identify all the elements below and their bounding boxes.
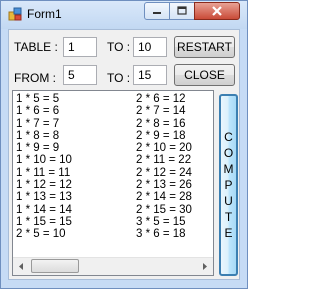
- arrow-left-icon: [19, 263, 23, 270]
- scroll-left-button[interactable]: [13, 258, 30, 275]
- compute-letter: T: [224, 210, 233, 224]
- restart-button[interactable]: RESTART: [174, 36, 235, 58]
- to-label-top: TO :: [107, 40, 131, 54]
- results-column-1: 1 * 5 = 51 * 6 = 61 * 7 = 71 * 8 = 81 * …: [16, 93, 72, 241]
- list-item[interactable]: 1 * 7 = 7: [16, 118, 72, 130]
- compute-letter: O: [223, 146, 234, 160]
- results-column-2: 2 * 6 = 12 2 * 7 = 14 2 * 8 = 16 2 * 9 = 18…: [136, 93, 192, 241]
- list-item[interactable]: 3 * 6 = 18: [136, 228, 192, 240]
- list-item[interactable]: 2 * 14 = 28: [136, 191, 192, 203]
- list-item[interactable]: 2 * 15 = 30: [136, 204, 192, 216]
- from-label: FROM :: [14, 71, 56, 85]
- list-item[interactable]: 2 * 11 = 22: [136, 154, 192, 166]
- list-item[interactable]: 1 * 11 = 11: [16, 167, 72, 179]
- list-item[interactable]: 1 * 15 = 15: [16, 216, 72, 228]
- compute-button[interactable]: COMPUTE: [219, 94, 238, 276]
- list-item[interactable]: 1 * 8 = 8: [16, 130, 72, 142]
- minimize-icon: [153, 12, 161, 14]
- compute-letter: C: [224, 130, 233, 144]
- list-item[interactable]: 1 * 13 = 13: [16, 191, 72, 203]
- compute-letter: E: [224, 226, 233, 240]
- scroll-thumb[interactable]: [31, 259, 79, 273]
- compute-letter: M: [223, 162, 234, 176]
- maximize-button[interactable]: [169, 2, 195, 20]
- list-item[interactable]: 1 * 5 = 5: [16, 93, 72, 105]
- list-item[interactable]: 2 * 13 = 26: [136, 179, 192, 191]
- form1-window: Form1 TABLE : 1 TO : 10 RESTART FROM : 5…: [0, 0, 248, 289]
- list-item[interactable]: 2 * 10 = 20: [136, 142, 192, 154]
- results-listbox[interactable]: 1 * 5 = 51 * 6 = 61 * 7 = 71 * 8 = 81 * …: [12, 90, 214, 276]
- list-item[interactable]: 1 * 14 = 14: [16, 204, 72, 216]
- form-app-icon: [8, 7, 22, 21]
- list-item[interactable]: 2 * 8 = 16: [136, 118, 192, 130]
- form-client-area: TABLE : 1 TO : 10 RESTART FROM : 5 TO : …: [8, 29, 240, 280]
- list-item[interactable]: 1 * 10 = 10: [16, 154, 72, 166]
- list-item[interactable]: 1 * 12 = 12: [16, 179, 72, 191]
- window-title: Form1: [27, 7, 62, 21]
- list-item[interactable]: 2 * 6 = 12: [136, 93, 192, 105]
- compute-letter: U: [224, 194, 233, 208]
- horizontal-scrollbar[interactable]: [13, 257, 213, 275]
- to-input-bottom[interactable]: 15: [133, 65, 167, 85]
- close-icon: [212, 6, 222, 16]
- arrow-right-icon: [203, 263, 207, 270]
- list-item[interactable]: 1 * 9 = 9: [16, 142, 72, 154]
- minimize-button[interactable]: [144, 2, 170, 20]
- from-input[interactable]: 5: [63, 65, 97, 85]
- to-label-bottom: TO :: [107, 71, 131, 85]
- maximize-icon: [177, 6, 187, 15]
- scroll-right-button[interactable]: [196, 258, 213, 275]
- list-item[interactable]: 2 * 9 = 18: [136, 130, 192, 142]
- list-item[interactable]: 3 * 5 = 15: [136, 216, 192, 228]
- close-button[interactable]: CLOSE: [174, 64, 235, 86]
- table-label: TABLE :: [14, 40, 58, 54]
- list-item[interactable]: 2 * 7 = 14: [136, 105, 192, 117]
- table-input[interactable]: 1: [63, 37, 97, 57]
- to-input-top[interactable]: 10: [133, 37, 167, 57]
- title-bar[interactable]: Form1: [1, 1, 247, 29]
- list-item[interactable]: 2 * 12 = 24: [136, 167, 192, 179]
- compute-letter: P: [224, 178, 233, 192]
- list-item[interactable]: 1 * 6 = 6: [16, 105, 72, 117]
- close-window-button[interactable]: [194, 2, 240, 20]
- list-item[interactable]: 2 * 5 = 10: [16, 228, 72, 240]
